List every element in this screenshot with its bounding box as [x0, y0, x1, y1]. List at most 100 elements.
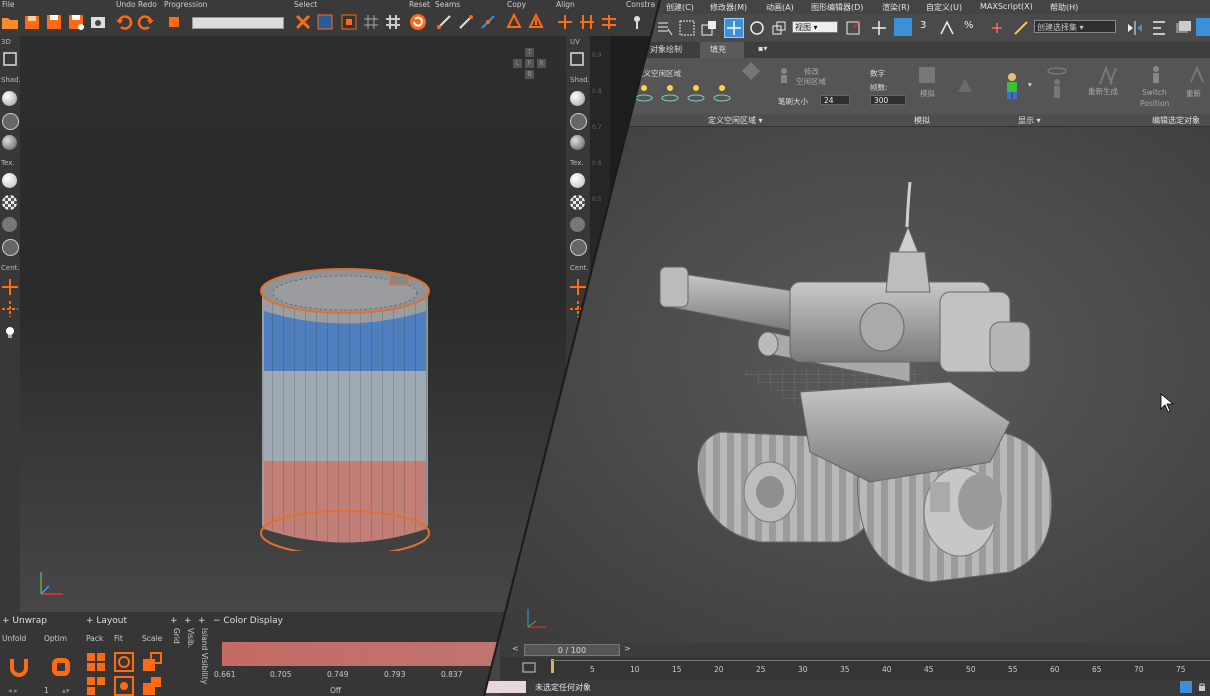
u-sphere-icon[interactable] — [2, 239, 19, 256]
open-folder-icon[interactable] — [1, 13, 19, 31]
regenerate-button-label[interactable]: 重新生成 — [1088, 86, 1118, 97]
island-visibility-toggle[interactable]: + — [198, 616, 206, 626]
save-icon[interactable] — [45, 13, 63, 31]
frame-view-icon[interactable] — [2, 51, 18, 67]
rotate-icon[interactable] — [748, 19, 766, 37]
color-display-section-title[interactable]: − Color Display — [213, 616, 283, 626]
time-slider-thumb[interactable]: 0 / 100 — [524, 644, 620, 656]
align-center-icon[interactable] — [600, 13, 618, 31]
position-label[interactable]: Position — [1140, 99, 1169, 108]
uv-u-sphere-icon[interactable] — [570, 239, 587, 256]
unfold-arrows[interactable]: ◂ ▸ — [8, 686, 18, 695]
mirror-icon[interactable] — [1126, 19, 1144, 37]
display-ghost-icon[interactable] — [1046, 66, 1068, 102]
light-bulb-icon[interactable] — [3, 325, 17, 339]
spinner-snap-icon[interactable] — [988, 19, 1006, 37]
curve-editor-icon[interactable] — [522, 660, 536, 674]
uv-frame-icon[interactable] — [569, 51, 585, 67]
lock-icon[interactable] — [1197, 682, 1207, 692]
view-right-label[interactable]: R — [537, 59, 546, 68]
menu-customize[interactable]: 自定义(U) — [926, 2, 962, 13]
slider-prev-icon[interactable]: < — [512, 644, 519, 653]
uv-texture-sphere-icon[interactable] — [570, 173, 585, 188]
panel-define-region[interactable]: 定义空闲区域 ▾ — [708, 115, 763, 126]
fit-options-button[interactable] — [114, 676, 134, 696]
simulate-icon[interactable] — [916, 64, 938, 86]
texture-sphere-icon[interactable] — [2, 173, 17, 188]
undo-icon[interactable] — [115, 13, 133, 31]
optim-iterations-value[interactable]: 1 — [44, 686, 49, 695]
menu-modifiers[interactable]: 修改器(M) — [710, 2, 747, 13]
named-selection-dropdown[interactable]: 创建选择集 ▾ — [1034, 20, 1116, 33]
weld-seam-icon[interactable] — [457, 13, 475, 31]
distortion-sphere-icon[interactable] — [2, 217, 17, 232]
uv-wire-sphere-icon[interactable] — [570, 113, 587, 130]
sim-extra-icon[interactable] — [954, 74, 976, 96]
optim-arrows[interactable]: ▴▾ — [62, 686, 70, 695]
menu-maxscript[interactable]: MAXScript(X) — [980, 2, 1033, 11]
menu-graph-editors[interactable]: 图形编辑器(D) — [811, 2, 863, 13]
menu-help[interactable]: 帮助(H) — [1050, 2, 1078, 13]
view-top-label[interactable]: T — [525, 48, 534, 57]
3d-viewport[interactable]: T L F R B — [20, 36, 566, 612]
select-manipulate-icon[interactable] — [870, 19, 888, 37]
save-as-icon[interactable] — [67, 13, 85, 31]
pin-icon[interactable] — [628, 13, 646, 31]
screenshot-icon[interactable] — [89, 13, 107, 31]
center-icon[interactable] — [1, 278, 19, 296]
align-vertical-icon[interactable] — [578, 13, 596, 31]
menu-rendering[interactable]: 渲染(R) — [882, 2, 910, 13]
uv-distortion-sphere-icon[interactable] — [570, 217, 585, 232]
deselect-icon[interactable] — [294, 13, 312, 31]
center-selection-icon[interactable] — [1, 300, 19, 318]
unwrap-section-title[interactable]: + Unwrap — [2, 616, 47, 626]
select-list-icon[interactable] — [656, 19, 674, 37]
regen-short-icon[interactable] — [1188, 64, 1208, 84]
modify-region-icon[interactable] — [776, 66, 792, 84]
tank-model[interactable] — [650, 182, 1110, 602]
display-dropdown-arrow[interactable]: ▾ — [1028, 80, 1032, 89]
shaded-sphere-icon[interactable] — [2, 91, 17, 106]
import-icon[interactable] — [23, 13, 41, 31]
time-marker[interactable] — [551, 659, 554, 673]
frames-spinner[interactable]: 300 — [870, 95, 906, 105]
edit-named-selection-icon[interactable] — [1012, 19, 1030, 37]
scale-button[interactable] — [142, 652, 162, 672]
panel-display[interactable]: 显示 ▾ — [1018, 115, 1041, 126]
layer-manager-icon[interactable] — [1174, 19, 1192, 37]
window-crossing-icon[interactable] — [700, 19, 718, 37]
scale-options-button[interactable] — [142, 676, 162, 696]
tab-populate[interactable]: 填充 — [710, 44, 726, 55]
copy-icon[interactable] — [505, 13, 523, 31]
select-grow-icon[interactable] — [340, 13, 358, 31]
unfold-button[interactable] — [8, 656, 30, 678]
cylinder-model[interactable] — [250, 251, 440, 551]
rect-select-icon[interactable] — [678, 19, 696, 37]
visib-section-toggle[interactable]: + — [184, 616, 192, 626]
time-slider[interactable]: 0 / 100 < > — [500, 643, 1210, 657]
snap-3d-toggle[interactable]: 3 — [920, 20, 926, 31]
regenerate-icon[interactable] — [1096, 64, 1122, 86]
create-region-icons[interactable] — [634, 80, 734, 104]
slider-next-icon[interactable]: > — [624, 644, 631, 653]
cut-seam-icon[interactable] — [435, 13, 453, 31]
simulate-button-label[interactable]: 模拟 — [920, 88, 935, 99]
color-scale-bar[interactable] — [222, 642, 497, 666]
view-left-label[interactable]: L — [513, 59, 522, 68]
switch-position-icon[interactable] — [1146, 64, 1166, 84]
view-cube[interactable]: T L F R B — [510, 48, 550, 88]
stop-icon[interactable] — [165, 13, 183, 31]
select-all-icon[interactable] — [384, 13, 402, 31]
menu-create[interactable]: 创建(C) — [666, 2, 694, 13]
uv-mixed-sphere-icon[interactable] — [570, 135, 585, 150]
pack-button[interactable] — [86, 652, 106, 672]
tab-object-paint[interactable]: 对象绘制 — [650, 44, 682, 55]
isolate-selection-toggle[interactable] — [1180, 681, 1192, 693]
keyboard-shortcut-toggle[interactable] — [894, 18, 912, 36]
uv-center-icon[interactable] — [569, 278, 587, 296]
angle-snap-icon[interactable] — [938, 19, 956, 37]
select-island-icon[interactable] — [316, 13, 334, 31]
fit-button[interactable] — [114, 652, 134, 672]
uv-checker-sphere-icon[interactable] — [570, 195, 585, 210]
redo-icon[interactable] — [137, 13, 155, 31]
